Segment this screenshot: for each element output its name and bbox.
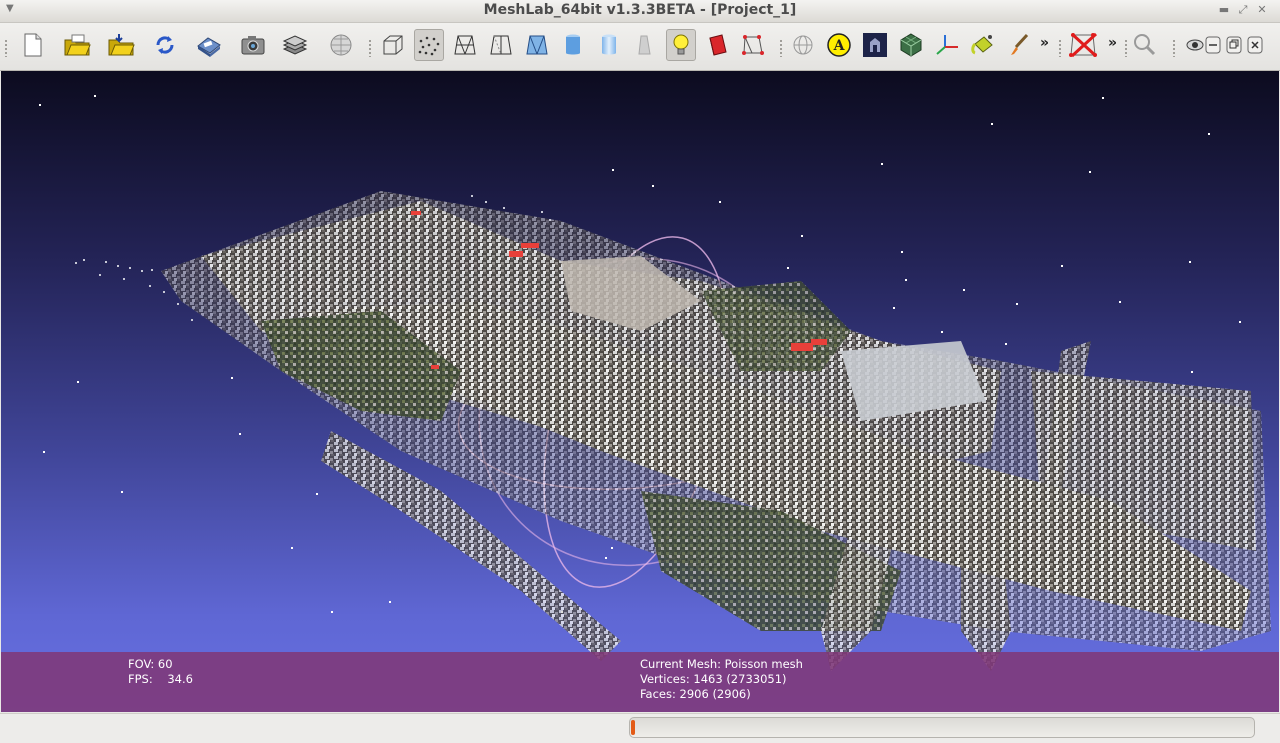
light-bulb-icon [673, 34, 689, 55]
select-vertices-button[interactable] [738, 29, 768, 61]
faces-readout: Faces: 2906 (2906) [640, 687, 751, 701]
restore-icon [1226, 36, 1242, 54]
toolbar-grip[interactable] [4, 39, 8, 57]
minimize-icon [1205, 36, 1221, 54]
minimize-window-icon[interactable]: ▬ [1217, 3, 1231, 16]
close-subwindow-button[interactable] [1245, 29, 1265, 61]
axis-button[interactable] [932, 29, 962, 61]
zoom-button[interactable] [1129, 29, 1159, 61]
flat-shading-icon [566, 34, 580, 55]
camera-icon [241, 36, 265, 55]
hidden-lines-icon [490, 35, 512, 55]
trackball-button[interactable] [788, 29, 818, 61]
magnifier-icon [1134, 34, 1156, 56]
smooth-button[interactable] [594, 29, 624, 61]
paint-button[interactable] [1004, 29, 1034, 61]
save-snapshot-button[interactable] [194, 29, 224, 61]
snapshot-button[interactable] [238, 29, 268, 61]
toolbar-grip[interactable] [779, 39, 783, 57]
svg-text:A: A [833, 38, 846, 54]
layers-button[interactable] [280, 29, 310, 61]
texture-map-button[interactable] [896, 29, 926, 61]
raster-button[interactable] [326, 29, 356, 61]
points-button[interactable] [414, 29, 444, 61]
new-project-button[interactable] [18, 29, 48, 61]
color-fill-button[interactable] [968, 29, 998, 61]
shader-button[interactable] [860, 29, 890, 61]
texture-button[interactable] [630, 29, 660, 61]
layers-icon [282, 35, 308, 55]
select-vertices-icon [742, 35, 764, 55]
meshlab-window: ▼ MeshLab_64bit v1.3.3BETA - [Project_1]… [0, 0, 1280, 743]
wireframe-icon [454, 35, 476, 55]
current-mesh-readout: Current Mesh: Poisson mesh [640, 657, 803, 671]
paint-brush-icon [1011, 33, 1029, 55]
paint-bucket-icon [971, 35, 993, 55]
save-icon [197, 37, 221, 57]
progress-fill [631, 720, 635, 735]
delete-vertices-icon [1069, 32, 1098, 58]
toolbar-grip[interactable] [1058, 39, 1062, 57]
status-bar [0, 713, 1280, 743]
shader-icon [863, 33, 887, 57]
main-toolbar: A » » [0, 23, 1280, 71]
toolbar-grip[interactable] [368, 39, 372, 57]
toolbar-overflow-chevron-2[interactable]: » [1108, 35, 1117, 51]
annotation-a-icon: A [827, 33, 851, 57]
point-cloud [161, 191, 1271, 671]
minimize-subwindow-button[interactable] [1203, 29, 1223, 61]
reload-icon [156, 36, 174, 54]
texture-icon [638, 35, 651, 55]
light-button[interactable] [666, 29, 696, 61]
import-mesh-button[interactable] [106, 29, 136, 61]
bounding-box-icon [383, 35, 403, 55]
annotation-button[interactable]: A [824, 29, 854, 61]
restore-subwindow-button[interactable] [1224, 29, 1244, 61]
wireframe-button[interactable] [450, 29, 480, 61]
close-icon [1247, 36, 1263, 54]
bounding-box-button[interactable] [378, 29, 408, 61]
3d-viewport[interactable]: FOV: 60 FPS: 34.6 Current Mesh: Poisson … [1, 71, 1279, 712]
trackball-icon [793, 35, 813, 55]
import-mesh-folder-icon [108, 34, 135, 56]
fov-readout: FOV: 60 [128, 657, 173, 671]
toolbar-overflow-chevron[interactable]: » [1040, 35, 1049, 51]
flat-lines-button[interactable] [522, 29, 552, 61]
new-document-icon [24, 33, 42, 57]
toolbar-grip[interactable] [1172, 39, 1176, 57]
open-project-folder-icon [64, 34, 91, 56]
title-bar[interactable]: ▼ MeshLab_64bit v1.3.3BETA - [Project_1]… [0, 0, 1280, 23]
fps-readout: FPS: 34.6 [128, 672, 193, 686]
face-culling-button[interactable] [702, 29, 732, 61]
face-culling-icon [709, 34, 727, 56]
reload-button[interactable] [150, 29, 180, 61]
progress-bar [629, 717, 1255, 738]
hidden-lines-button[interactable] [486, 29, 516, 61]
open-project-button[interactable] [62, 29, 92, 61]
info-overlay: FOV: 60 FPS: 34.6 Current Mesh: Poisson … [1, 652, 1279, 712]
texture-map-icon [900, 33, 922, 57]
flat-button[interactable] [558, 29, 588, 61]
points-icon [418, 36, 440, 56]
axis-icon [936, 35, 958, 55]
globe-raster-icon [330, 34, 352, 56]
smooth-shading-icon [602, 34, 616, 55]
flat-lines-icon [526, 35, 548, 55]
window-title: MeshLab_64bit v1.3.3BETA - [Project_1] [483, 2, 797, 18]
delete-selection-button[interactable] [1069, 29, 1099, 61]
vertices-readout: Vertices: 1463 (2733051) [640, 672, 787, 686]
maximize-window-icon[interactable]: ⤢ [1236, 3, 1250, 17]
close-window-icon[interactable]: ✕ [1255, 3, 1269, 16]
point-cloud-scene [39, 95, 1271, 671]
toolbar-grip[interactable] [1124, 39, 1128, 57]
